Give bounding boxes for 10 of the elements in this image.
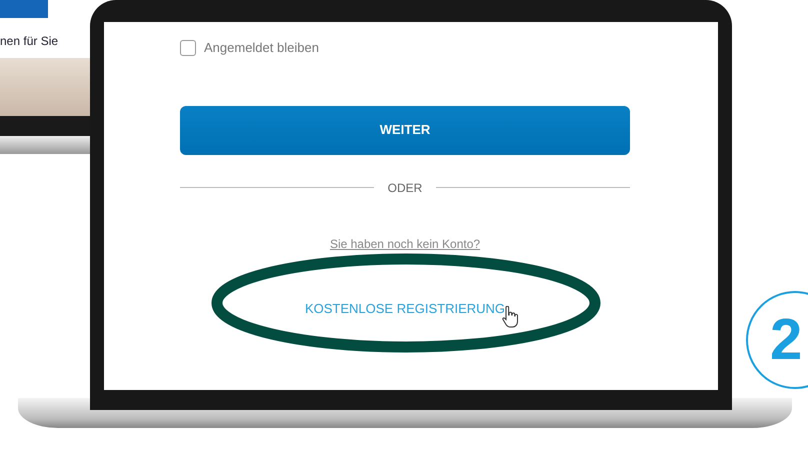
continue-button[interactable]: WEITER — [180, 106, 630, 154]
hand-cursor-icon — [502, 306, 518, 328]
signup-prompt-link[interactable]: Sie haben noch kein Konto? — [330, 234, 480, 252]
checkbox[interactable] — [180, 40, 196, 56]
checkbox-label: Angemeldet bleiben — [204, 39, 319, 57]
caption-text: nen für Sie — [0, 33, 58, 50]
banner-block — [0, 0, 48, 18]
divider-text: ODER — [388, 180, 422, 196]
register-link[interactable]: KOSTENLOSE REGISTRIERUNG — [304, 298, 506, 318]
step-number-badge: 2 — [744, 290, 808, 390]
